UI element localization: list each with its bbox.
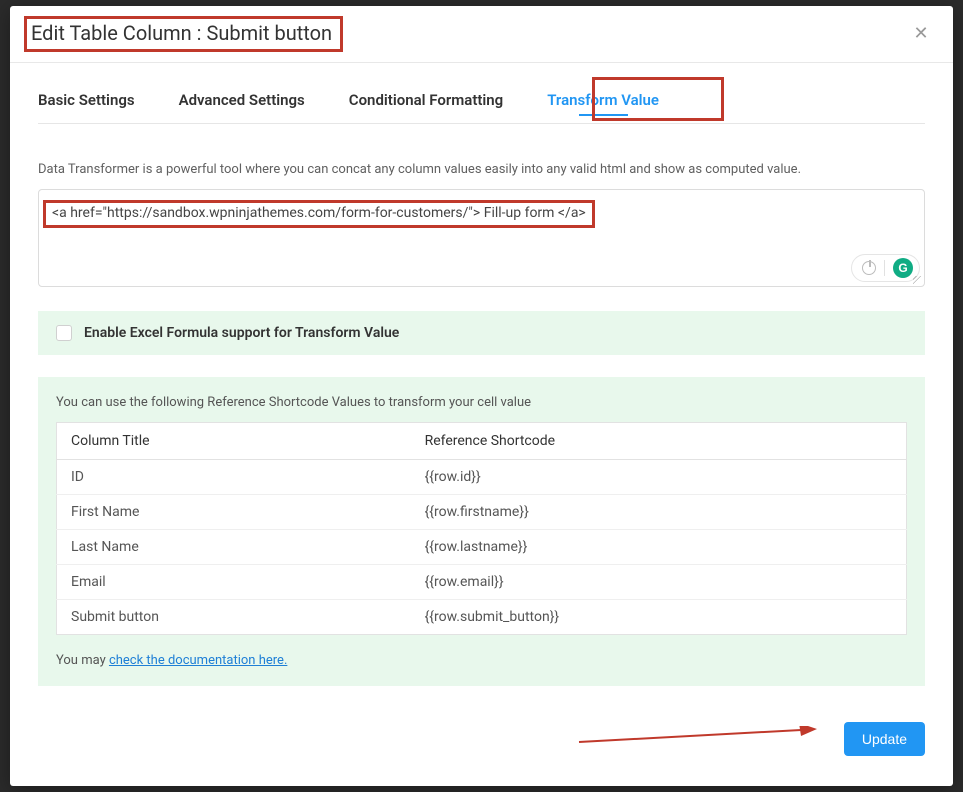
ref-cell-title: Email (57, 565, 411, 600)
transform-help-text: Data Transformer is a powerful tool wher… (38, 162, 925, 177)
ref-cell-title: ID (57, 460, 411, 495)
close-icon[interactable]: ✕ (911, 24, 931, 44)
modal-footer: Update (38, 722, 925, 756)
reference-help-text: You can use the following Reference Shor… (56, 395, 907, 410)
modal-dialog: Edit Table Column : Submit button ✕ Basi… (10, 6, 953, 786)
ref-cell-code: {{row.firstname}} (411, 495, 907, 530)
table-row: Email {{row.email}} (57, 565, 907, 600)
table-row: Last Name {{row.lastname}} (57, 530, 907, 565)
ref-cell-code: {{row.id}} (411, 460, 907, 495)
excel-formula-checkbox[interactable] (56, 325, 72, 341)
ref-th-column-title: Column Title (57, 423, 411, 460)
transform-editor-value: <a href="https://sandbox.wpninjathemes.c… (43, 200, 595, 228)
table-row: First Name {{row.firstname}} (57, 495, 907, 530)
divider (884, 260, 885, 276)
tabs: Basic Settings Advanced Settings Conditi… (38, 83, 925, 124)
ref-cell-code: {{row.email}} (411, 565, 907, 600)
doc-hint-prefix: You may (56, 653, 109, 668)
grammarly-widget: G (851, 254, 920, 282)
table-row: Submit button {{row.submit_button}} (57, 600, 907, 635)
power-icon[interactable] (862, 261, 876, 275)
reference-shortcode-panel: You can use the following Reference Shor… (38, 377, 925, 686)
ref-cell-title: First Name (57, 495, 411, 530)
tab-content: Data Transformer is a powerful tool wher… (10, 124, 953, 686)
transform-editor[interactable]: <a href="https://sandbox.wpninjathemes.c… (38, 189, 925, 287)
modal-title: Edit Table Column : Submit button (31, 21, 332, 45)
annotation-arrow-icon (577, 726, 817, 746)
grammarly-icon[interactable]: G (893, 258, 913, 278)
ref-cell-code: {{row.lastname}} (411, 530, 907, 565)
title-highlight-box: Edit Table Column : Submit button (24, 16, 343, 52)
resize-handle-icon[interactable] (913, 276, 921, 284)
doc-hint: You may check the documentation here. (56, 653, 907, 668)
excel-formula-label: Enable Excel Formula support for Transfo… (84, 325, 399, 341)
tab-basic-settings[interactable]: Basic Settings (38, 83, 135, 123)
reference-table: Column Title Reference Shortcode ID {{ro… (56, 422, 907, 635)
table-row: ID {{row.id}} (57, 460, 907, 495)
ref-cell-title: Submit button (57, 600, 411, 635)
documentation-link[interactable]: check the documentation here. (109, 653, 287, 668)
modal-header: Edit Table Column : Submit button ✕ (10, 6, 953, 63)
update-button[interactable]: Update (844, 722, 925, 756)
ref-cell-code: {{row.submit_button}} (411, 600, 907, 635)
tabs-container: Basic Settings Advanced Settings Conditi… (10, 63, 953, 124)
excel-formula-toggle-panel: Enable Excel Formula support for Transfo… (38, 311, 925, 355)
tab-conditional-formatting[interactable]: Conditional Formatting (349, 83, 503, 123)
tab-transform-value[interactable]: Transform Value (547, 83, 659, 123)
ref-cell-title: Last Name (57, 530, 411, 565)
tab-advanced-settings[interactable]: Advanced Settings (179, 83, 305, 123)
ref-th-reference-shortcode: Reference Shortcode (411, 423, 907, 460)
